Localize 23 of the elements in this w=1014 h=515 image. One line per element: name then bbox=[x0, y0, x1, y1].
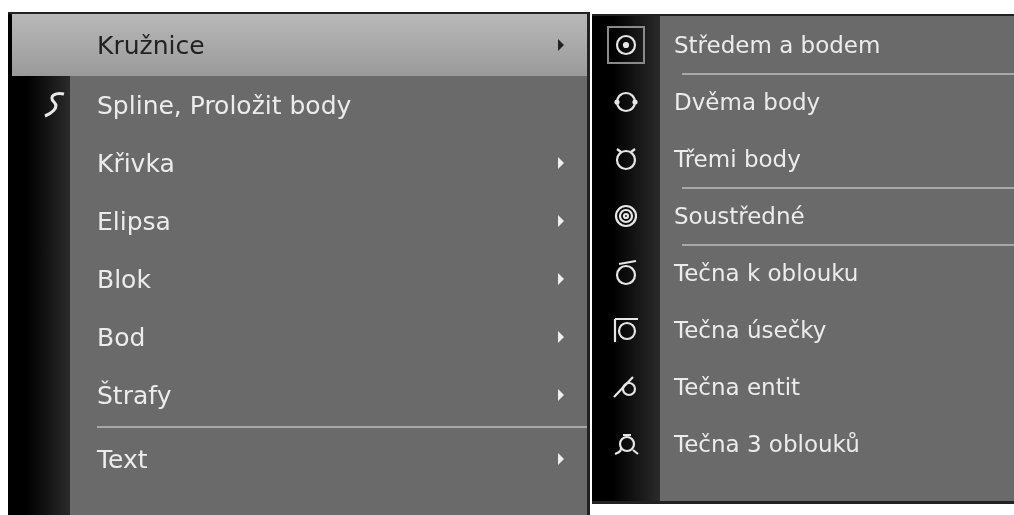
menu-item[interactable]: Štrafy bbox=[12, 366, 587, 424]
submenu-item[interactable]: Tečna k oblouku bbox=[592, 244, 1014, 301]
menu-item[interactable]: Elipsa bbox=[12, 192, 587, 250]
menu-item[interactable]: Křivka bbox=[12, 134, 587, 192]
submenu-arrow-icon bbox=[557, 272, 565, 286]
menu-item[interactable]: Blok bbox=[12, 250, 587, 308]
submenu-item[interactable]: Středem a bodem bbox=[592, 16, 1014, 73]
menu-item[interactable]: Text bbox=[12, 424, 587, 488]
menu-item[interactable]: Kružnice bbox=[12, 14, 587, 76]
submenu-arrow-icon bbox=[557, 156, 565, 170]
submenu-arrow-icon bbox=[557, 38, 565, 52]
submenu-item[interactable]: Třemi body bbox=[592, 130, 1014, 187]
submenu-arrow-icon bbox=[557, 452, 565, 466]
submenu-arrow-icon bbox=[557, 330, 565, 344]
submenu-item[interactable]: Dvěma body bbox=[592, 73, 1014, 130]
menu-item[interactable]: Spline, Proložit body bbox=[12, 76, 587, 134]
submenu-arrow-icon bbox=[557, 214, 565, 228]
submenu-arrow-icon bbox=[557, 388, 565, 402]
submenu-item[interactable]: Soustředné bbox=[592, 187, 1014, 244]
menu-item[interactable]: Bod bbox=[12, 308, 587, 366]
submenu-item[interactable]: Tečna úsečky bbox=[592, 301, 1014, 358]
submenu-item[interactable]: Tečna 3 oblouků bbox=[592, 415, 1014, 472]
submenu-item[interactable]: Tečna entit bbox=[592, 358, 1014, 415]
